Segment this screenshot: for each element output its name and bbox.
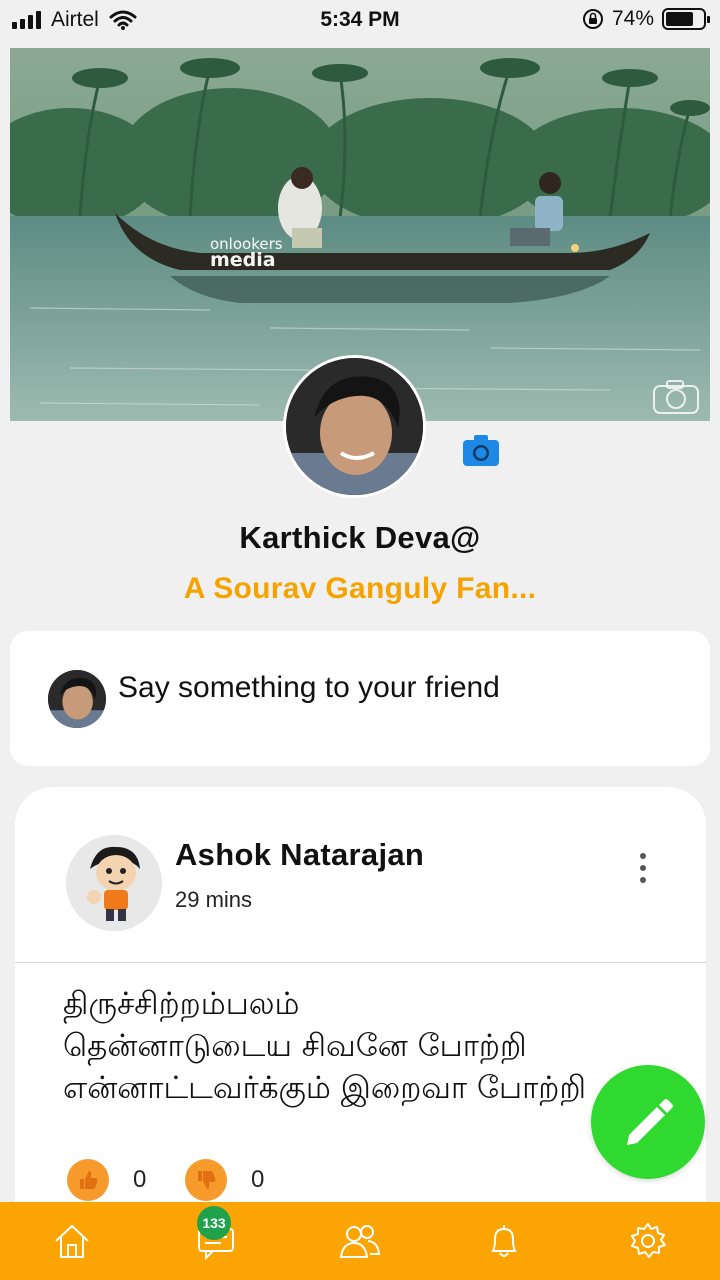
thumbs-up-icon[interactable]: [67, 1159, 109, 1201]
nav-settings[interactable]: [576, 1202, 720, 1280]
profile-status: A Sourav Ganguly Fan...: [183, 572, 537, 605]
battery-icon: [662, 8, 710, 30]
post-author-name[interactable]: Ashok Natarajan: [175, 837, 424, 873]
watermark-line2: media: [210, 249, 276, 271]
nav-friends[interactable]: [288, 1202, 432, 1280]
dislike-count: 0: [251, 1166, 265, 1193]
more-options-icon[interactable]: [638, 853, 648, 883]
cover-watermark: onlookers media: [210, 236, 283, 271]
rotation-lock-icon: [582, 9, 603, 29]
cover-camera-icon[interactable]: [652, 379, 700, 415]
pencil-icon: [627, 1099, 673, 1145]
settings-icon: [631, 1223, 666, 1258]
thumbs-down-icon[interactable]: [185, 1159, 227, 1201]
chat-badge: 133: [197, 1206, 231, 1240]
post-timestamp: 29 mins: [175, 887, 253, 912]
post-author-avatar[interactable]: [66, 835, 162, 931]
change-avatar-camera-icon[interactable]: [462, 434, 500, 467]
nav-notifications[interactable]: [432, 1202, 576, 1280]
profile-avatar[interactable]: [283, 355, 426, 498]
compose-input[interactable]: Say something to your friend: [118, 671, 500, 705]
dislike-reaction[interactable]: 0: [185, 1159, 264, 1201]
nav-home[interactable]: [0, 1202, 144, 1280]
post-divider: [15, 962, 706, 963]
status-right: 74%: [582, 7, 710, 31]
compose-card[interactable]: Say something to your friend: [10, 631, 710, 766]
compose-avatar: [48, 670, 106, 728]
status-bar: Airtel 5:34 PM 74%: [0, 0, 720, 40]
compose-post-button[interactable]: [591, 1065, 705, 1179]
compose-avatar-image: [48, 670, 106, 728]
home-icon: [55, 1224, 89, 1258]
bell-icon: [491, 1225, 517, 1257]
battery-percent: 74%: [611, 7, 654, 30]
profile-avatar-image: [286, 358, 423, 495]
like-reaction[interactable]: 0: [67, 1159, 146, 1201]
profile-name: Karthick Deva@: [239, 520, 481, 555]
bottom-nav: 133: [0, 1202, 720, 1280]
like-count: 0: [133, 1166, 147, 1193]
friends-icon: [339, 1225, 381, 1258]
cartoon-avatar-image: [66, 835, 162, 931]
nav-chat[interactable]: 133: [144, 1202, 288, 1280]
